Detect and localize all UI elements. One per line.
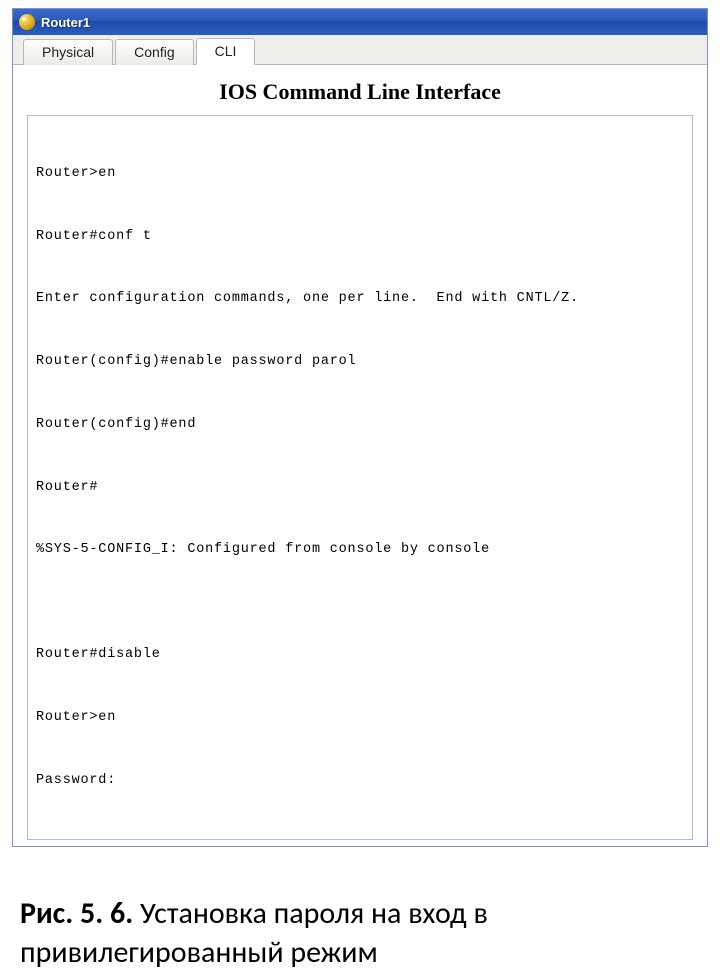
cli-heading: IOS Command Line Interface bbox=[219, 79, 501, 104]
terminal-line: Router>en bbox=[36, 708, 684, 729]
cli-terminal[interactable]: Router>en Router#conf t Enter configurat… bbox=[27, 115, 693, 840]
tab-bar: Physical Config CLI bbox=[13, 35, 707, 65]
tab-label: Config bbox=[134, 44, 174, 60]
tab-label: CLI bbox=[215, 43, 237, 59]
terminal-line: Router# bbox=[36, 478, 684, 499]
terminal-line: Router(config)#end bbox=[36, 415, 684, 436]
figure-label: Рис. 5. 6. bbox=[20, 895, 133, 932]
app-window: Router1 Physical Config CLI IOS Command … bbox=[12, 8, 708, 847]
terminal-line: %SYS-5-CONFIG_I: Configured from console… bbox=[36, 540, 684, 561]
tab-cli[interactable]: CLI bbox=[196, 38, 256, 65]
terminal-line: Router#conf t bbox=[36, 227, 684, 248]
figure-caption: Рис. 5. 6. Установка пароля на вход в пр… bbox=[20, 895, 700, 972]
router-icon bbox=[19, 14, 35, 30]
terminal-line: Router#disable bbox=[36, 645, 684, 666]
tab-physical[interactable]: Physical bbox=[23, 39, 113, 65]
terminal-container: Router>en Router#conf t Enter configurat… bbox=[13, 115, 707, 846]
tab-config[interactable]: Config bbox=[115, 39, 193, 65]
titlebar[interactable]: Router1 bbox=[13, 9, 707, 35]
window-title: Router1 bbox=[41, 15, 90, 30]
tab-label: Physical bbox=[42, 44, 94, 60]
cli-heading-area: IOS Command Line Interface bbox=[13, 65, 707, 115]
terminal-line: Password: bbox=[36, 771, 684, 792]
terminal-line: Router(config)#enable password parol bbox=[36, 352, 684, 373]
terminal-line: Enter configuration commands, one per li… bbox=[36, 289, 684, 310]
terminal-line: Router>en bbox=[36, 164, 684, 185]
